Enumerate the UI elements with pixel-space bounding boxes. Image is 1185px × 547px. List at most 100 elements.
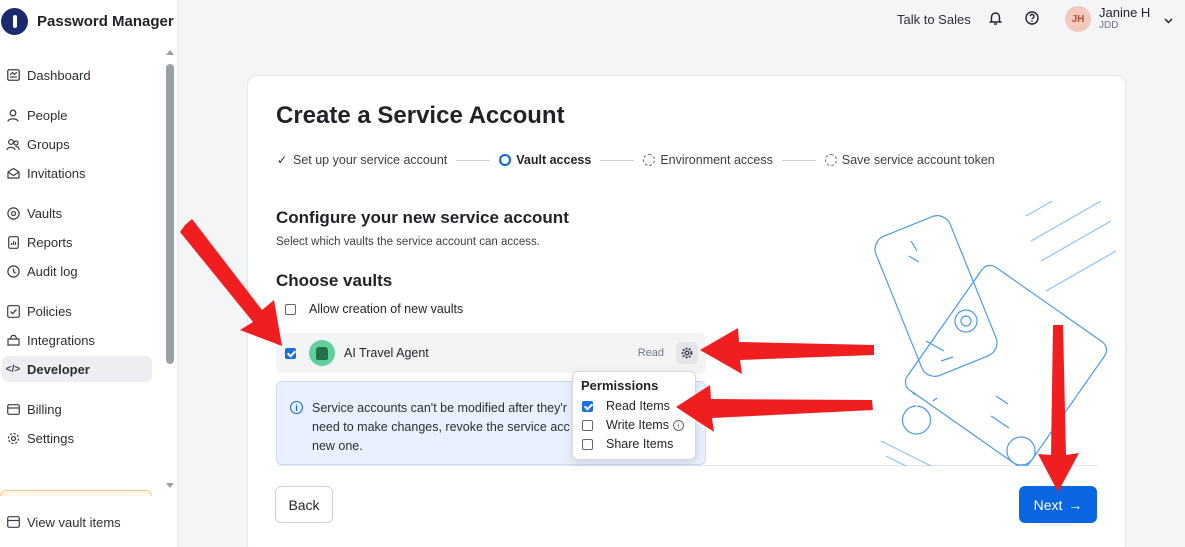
sidebar-item-label: Groups (27, 136, 70, 152)
gear-icon (681, 347, 693, 359)
section-subtitle: Select which vaults the service account … (276, 236, 540, 248)
envelope-icon (6, 166, 20, 180)
sidebar-item-label: Policies (27, 303, 72, 319)
sidebar-item-invitations[interactable]: Invitations (2, 160, 152, 186)
scroll-down-icon[interactable] (166, 483, 174, 488)
choose-vaults-title: Choose vaults (276, 271, 393, 290)
vault-checkbox[interactable] (285, 347, 296, 359)
allow-new-vaults-label: Allow creation of new vaults (309, 302, 464, 316)
info-icon[interactable]: i (672, 419, 684, 431)
permission-label: Share Items (606, 437, 674, 451)
checklist-icon (6, 304, 20, 318)
permission-label: Write Items (606, 418, 669, 432)
vault-name: AI Travel Agent (344, 346, 429, 360)
sidebar-item-label: Vaults (27, 205, 63, 221)
vault-icon (6, 206, 20, 220)
talk-to-sales-link[interactable]: Talk to Sales (897, 0, 971, 38)
pending-step-icon (643, 154, 656, 166)
next-button[interactable]: Next → (1019, 486, 1097, 523)
sidebar-item-people[interactable]: People (2, 102, 152, 128)
brand[interactable]: Password Manager (0, 6, 174, 36)
section-title: Configure your new service account (276, 208, 569, 227)
report-icon (6, 235, 20, 249)
scrollbar-thumb[interactable] (166, 64, 174, 364)
write-items-checkbox[interactable] (582, 419, 593, 431)
back-button[interactable]: Back (275, 486, 333, 523)
sidebar-item-label: Reports (27, 234, 73, 250)
step-connector (781, 159, 816, 161)
card-icon (6, 402, 20, 416)
sidebar-item-label: Billing (27, 401, 62, 417)
scroll-up-icon[interactable] (166, 50, 174, 55)
help-icon (1025, 10, 1039, 28)
step-save-token: Save service account token (824, 153, 995, 167)
security-illustration (871, 201, 1131, 466)
notifications-button[interactable] (988, 0, 1003, 38)
step-environment-access: Environment access (643, 153, 773, 167)
sidebar-item-label: Audit log (27, 263, 78, 279)
help-button[interactable] (1025, 0, 1039, 38)
step-label: Vault access (516, 153, 592, 167)
sidebar-item-developer[interactable]: </> Developer (2, 356, 152, 382)
sidebar-item-label: People (27, 107, 68, 123)
gear-icon (6, 431, 20, 445)
sidebar-item-label: Dashboard (27, 67, 91, 83)
permission-option-write[interactable]: Write Items i (582, 417, 684, 433)
sidebar-item-reports[interactable]: Reports (2, 229, 152, 255)
permission-option-share[interactable]: Share Items (582, 436, 673, 452)
page-title: Create a Service Account (276, 102, 565, 129)
step-label: Environment access (660, 153, 773, 167)
info-line: new one. (312, 439, 363, 453)
sidebar-item-audit-log[interactable]: Audit log (2, 258, 152, 284)
arrow-right-icon: → (1068, 496, 1083, 513)
sidebar-item-label: Invitations (27, 165, 86, 181)
check-icon: ✓ (276, 153, 288, 167)
sidebar-item-label: Integrations (27, 332, 95, 348)
bell-icon (988, 11, 1003, 28)
sidebar-item-settings[interactable]: Settings (2, 425, 152, 451)
vault-items-icon (6, 515, 20, 529)
vault-permission-summary: Read (637, 347, 664, 359)
info-line: need to make changes, revoke the service… (312, 420, 570, 434)
user-menu[interactable]: JH Janine H JDD (1065, 0, 1173, 38)
vault-row[interactable]: AI Travel Agent Read (276, 333, 706, 373)
permissions-popover: Permissions Read Items Write Items i Sha… (572, 371, 696, 460)
service-account-wizard: Create a Service Account ✓ Set up your s… (247, 75, 1126, 547)
step-vault-access: Vault access (499, 153, 591, 167)
info-icon: i (290, 401, 303, 414)
current-step-icon (499, 154, 512, 166)
sidebar-item-groups[interactable]: Groups (2, 131, 152, 157)
pending-step-icon (824, 154, 837, 166)
step-label: Set up your service account (293, 153, 448, 167)
view-vault-items-label: View vault items (27, 514, 121, 530)
sidebar-item-policies[interactable]: Policies (2, 298, 152, 324)
dashboard-icon (6, 68, 20, 82)
permissions-title: Permissions (581, 378, 659, 393)
user-info: Janine H JDD (1099, 6, 1150, 32)
allow-new-vaults-checkbox[interactable] (285, 303, 296, 315)
sidebar-item-label: Developer (27, 361, 90, 377)
sidebar-item-dashboard[interactable]: Dashboard (2, 62, 152, 88)
permission-option-read[interactable]: Read Items (582, 398, 670, 414)
step-label: Save service account token (841, 153, 995, 167)
backpack-icon (309, 340, 335, 366)
avatar: JH (1065, 6, 1091, 32)
step-setup: ✓ Set up your service account (276, 153, 447, 167)
code-icon: </> (5, 363, 21, 375)
share-items-checkbox[interactable] (582, 438, 593, 450)
promo-banner-edge (0, 490, 152, 496)
vault-permissions-gear-button[interactable] (676, 342, 698, 364)
user-org: JDD (1099, 20, 1119, 31)
clock-icon (6, 264, 20, 278)
read-items-checkbox[interactable] (582, 400, 593, 412)
sidebar: Password Manager Dashboard People Groups… (0, 0, 178, 547)
user-name: Janine H (1099, 5, 1151, 20)
sidebar-item-vaults[interactable]: Vaults (2, 200, 152, 226)
integrations-icon (6, 333, 20, 347)
sidebar-item-integrations[interactable]: Integrations (2, 327, 152, 353)
next-label: Next (1033, 496, 1063, 513)
sidebar-scrollbar[interactable] (165, 46, 175, 496)
sidebar-item-billing[interactable]: Billing (2, 396, 152, 422)
allow-new-vaults-option[interactable]: Allow creation of new vaults (285, 302, 463, 316)
view-vault-items-link[interactable]: View vault items (2, 509, 121, 535)
